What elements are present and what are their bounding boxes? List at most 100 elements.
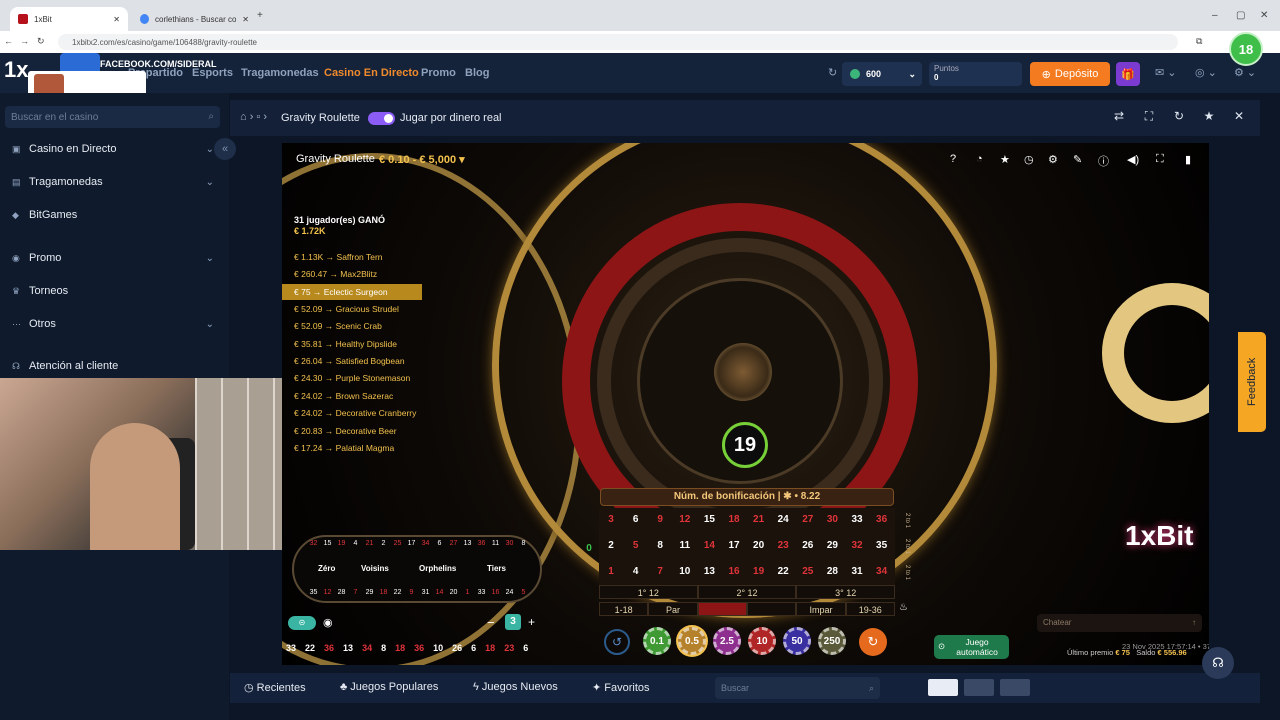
race-number-29[interactable]: 29 xyxy=(364,589,375,596)
chat-input[interactable]: Chatear ↑ xyxy=(1037,614,1202,632)
bet-number-33[interactable]: 33 xyxy=(845,508,869,532)
race-number-35[interactable]: 35 xyxy=(308,589,319,596)
race-voisins[interactable]: Voisins xyxy=(361,564,389,573)
race-orphelins[interactable]: Orphelins xyxy=(419,564,456,573)
bet-number-24[interactable]: 24 xyxy=(771,508,795,532)
race-number-19[interactable]: 19 xyxy=(336,540,347,547)
race-number-27[interactable]: 27 xyxy=(448,540,459,547)
bet-par[interactable]: Par xyxy=(648,602,698,616)
column-bet-middle[interactable]: 2 to 1 xyxy=(896,535,910,559)
url-field[interactable]: 1xbitx2.com/es/casino/game/106488/gravit… xyxy=(58,34,1178,50)
bet-1-18[interactable]: 1-18 xyxy=(599,602,649,616)
help-icon[interactable]: ? xyxy=(950,153,956,165)
view-quad-button[interactable] xyxy=(1000,679,1030,696)
race-number-22[interactable]: 22 xyxy=(392,589,403,596)
race-number-25[interactable]: 25 xyxy=(392,540,403,547)
race-number-20[interactable]: 20 xyxy=(448,589,459,596)
bet-number-25[interactable]: 25 xyxy=(796,560,820,584)
bet-red[interactable] xyxy=(697,602,747,616)
balance-selector[interactable]: 600 ⌄ xyxy=(842,62,922,86)
column-bet-bottom[interactable]: 2 to 1 xyxy=(896,561,910,585)
bet-number-11[interactable]: 11 xyxy=(673,534,697,558)
repeat-bet-icon[interactable]: ↻ xyxy=(859,628,887,656)
bet-number-20[interactable]: 20 xyxy=(747,534,771,558)
race-number-12[interactable]: 12 xyxy=(322,589,333,596)
reload-game-icon[interactable]: ↻ xyxy=(1169,109,1189,127)
points-selector[interactable]: Puntos 0 xyxy=(929,62,1022,86)
bet-number-28[interactable]: 28 xyxy=(820,560,844,584)
sidebar-item-tragamonedas[interactable]: ▤ Tragamonedas ⌄ xyxy=(0,171,229,193)
race-number-14[interactable]: 14 xyxy=(434,589,445,596)
deposit-button[interactable]: ⊕ Depósito xyxy=(1030,62,1110,86)
bet-number-18[interactable]: 18 xyxy=(722,508,746,532)
sidebar-item-promo[interactable]: ◉ Promo ⌄ xyxy=(0,247,229,269)
bet-third-dozen[interactable]: 3° 12 xyxy=(796,585,896,599)
favorite-icon[interactable]: ★ xyxy=(1199,109,1219,127)
race-number-32[interactable]: 32 xyxy=(308,540,319,547)
chip-toggle-icon[interactable]: ⊝ xyxy=(288,616,316,630)
real-money-toggle[interactable] xyxy=(368,112,395,125)
tab-favoritos[interactable]: ✦ Favoritos xyxy=(592,681,650,694)
forward-icon[interactable]: → xyxy=(20,36,29,46)
sidebar-item-torneos[interactable]: ♛ Torneos xyxy=(0,280,229,302)
race-number-36[interactable]: 36 xyxy=(476,540,487,547)
tab-recientes[interactable]: ◷ Recientes xyxy=(244,681,306,694)
race-number-17[interactable]: 17 xyxy=(406,540,417,547)
bet-first-dozen[interactable]: 1° 12 xyxy=(599,585,698,599)
minus-button[interactable]: − xyxy=(487,615,495,630)
record-icon[interactable]: ◉ xyxy=(323,616,333,629)
view-single-button[interactable] xyxy=(928,679,958,696)
bet-number-34[interactable]: 34 xyxy=(870,560,894,584)
bet-number-23[interactable]: 23 xyxy=(771,534,795,558)
bet-number-26[interactable]: 26 xyxy=(796,534,820,558)
casino-search-input[interactable]: Buscar en el casino ⌕ xyxy=(5,106,220,128)
race-number-28[interactable]: 28 xyxy=(336,589,347,596)
bet-number-27[interactable]: 27 xyxy=(796,508,820,532)
race-number-6[interactable]: 6 xyxy=(434,540,445,547)
bet-number-29[interactable]: 29 xyxy=(820,534,844,558)
tab-juegos-populares[interactable]: ♣ Juegos Populares xyxy=(340,681,438,693)
bet-number-30[interactable]: 30 xyxy=(820,508,844,532)
bet-number-15[interactable]: 15 xyxy=(697,508,721,532)
edit-icon[interactable]: ✎ xyxy=(1073,153,1082,166)
race-number-7[interactable]: 7 xyxy=(350,589,361,596)
bet-range[interactable]: € 0.10 - € 5,000 ▾ xyxy=(379,153,465,166)
sidebar-item-atencion-cliente[interactable]: ☊ Atención al cliente xyxy=(0,355,229,377)
bet-number-35[interactable]: 35 xyxy=(870,534,894,558)
settings-icon[interactable]: ⚙ ⌄ xyxy=(1234,66,1256,79)
bet-second-dozen[interactable]: 2° 12 xyxy=(697,585,797,599)
bet-number-13[interactable]: 13 xyxy=(697,560,721,584)
history-icon[interactable]: ◷ xyxy=(1024,153,1034,166)
race-number-24[interactable]: 24 xyxy=(504,589,515,596)
maximize-icon[interactable]: ▢ xyxy=(1236,10,1245,21)
send-icon[interactable]: ↑ xyxy=(1192,614,1196,632)
bet-number-12[interactable]: 12 xyxy=(673,508,697,532)
bet-number-7[interactable]: 7 xyxy=(648,560,672,584)
race-number-34[interactable]: 34 xyxy=(420,540,431,547)
volume-icon[interactable]: ◀) xyxy=(1127,153,1139,166)
support-headset-icon[interactable]: ☊ xyxy=(1202,647,1234,679)
race-number-5[interactable]: 5 xyxy=(518,589,529,596)
favorite-icon[interactable]: ★ xyxy=(1000,153,1010,166)
bet-number-14[interactable]: 14 xyxy=(697,534,721,558)
race-number-1[interactable]: 1 xyxy=(462,589,473,596)
chip-0.1[interactable]: 0.1 xyxy=(643,627,671,655)
sidebar-item-casino-en-directo[interactable]: ▣ Casino en Directo ⌄ xyxy=(0,138,229,160)
bet-black[interactable] xyxy=(746,602,797,616)
bet-number-10[interactable]: 10 xyxy=(673,560,697,584)
bet-number-31[interactable]: 31 xyxy=(845,560,869,584)
race-zero[interactable]: Zéro xyxy=(318,564,335,573)
gift-icon[interactable]: 🎁 xyxy=(1116,62,1140,86)
bet-impar[interactable]: Impar xyxy=(796,602,846,616)
race-tiers[interactable]: Tiers xyxy=(487,564,506,573)
undo-icon[interactable]: ↺ xyxy=(604,629,630,655)
lobby-icon[interactable]: ▮ xyxy=(1185,153,1191,166)
sidebar-item-otros[interactable]: ⋯ Otros ⌄ xyxy=(0,313,229,335)
nav-promo[interactable]: Promo xyxy=(421,67,456,79)
back-icon[interactable]: ← xyxy=(4,36,13,46)
bet-number-4[interactable]: 4 xyxy=(624,560,648,584)
close-icon[interactable]: ✕ xyxy=(1229,109,1249,127)
nav-casino-en-directo[interactable]: Casino En Directo xyxy=(324,67,419,79)
bet-number-16[interactable]: 16 xyxy=(722,560,746,584)
chip-0.5[interactable]: 0.5 xyxy=(678,627,706,655)
